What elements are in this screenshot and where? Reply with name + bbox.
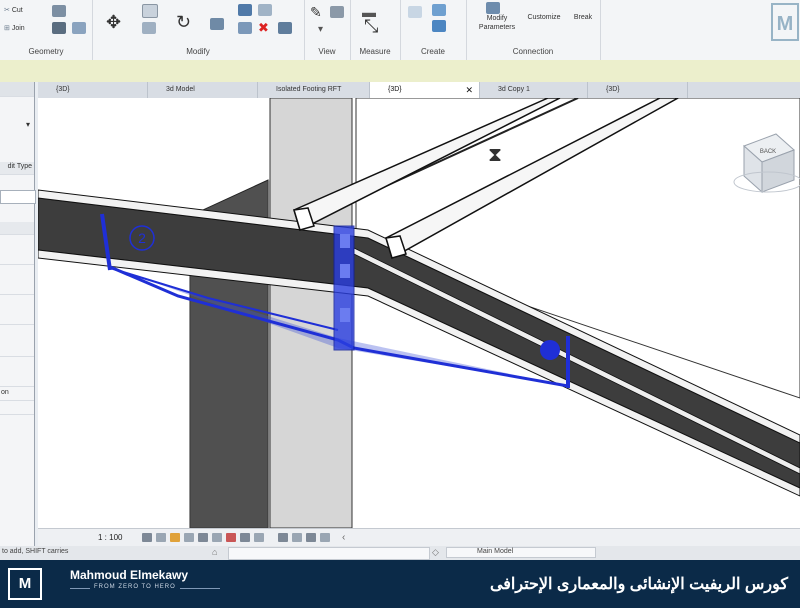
connection-panel: Modify Parameters Customize Break Connec…: [466, 0, 601, 60]
geometry-tool-icon-3[interactable]: [72, 22, 86, 34]
property-row[interactable]: [0, 222, 34, 235]
tab-isolated-footing-rft[interactable]: Isolated Footing RFT: [258, 82, 370, 98]
show-crop-icon[interactable]: [212, 533, 222, 542]
mirror-icon[interactable]: [210, 18, 224, 30]
workset-field[interactable]: [228, 547, 430, 560]
bolt-3: [340, 308, 350, 322]
array-icon[interactable]: [238, 4, 252, 16]
create-panel: Create: [400, 0, 467, 60]
scale-icon[interactable]: [238, 22, 252, 34]
shadows-icon[interactable]: [184, 533, 194, 542]
status-hint: to add, SHIFT carries: [2, 548, 69, 555]
view-scale[interactable]: 1 : 100: [98, 533, 122, 542]
unlock-3d-icon[interactable]: [226, 533, 236, 542]
svg-text:M: M: [777, 13, 794, 35]
modify-parameters-icon[interactable]: [486, 2, 500, 14]
view-dropdown-icon[interactable]: ▾: [318, 24, 323, 35]
ribbon: ✂ Cut ⊞ Join Geometry ✥ ↻ ✖ Modify ✎ ▾ V…: [0, 0, 800, 61]
modify-parameters-button[interactable]: Modify Parameters: [474, 14, 520, 32]
viewcube-label: BACK: [760, 149, 776, 155]
edit-type-button[interactable]: dit Type: [0, 162, 34, 175]
property-row[interactable]: [0, 374, 34, 387]
scroll-arrow-icon[interactable]: ‹: [342, 532, 345, 543]
reveal-constraints-icon[interactable]: [320, 533, 330, 542]
worksharing-icon[interactable]: [278, 533, 288, 542]
highlight-displacement-icon[interactable]: [306, 533, 316, 542]
tab-3d-2[interactable]: {3D}: [588, 82, 688, 98]
split-icon[interactable]: [278, 22, 292, 34]
tab-3d-copy-1[interactable]: 3d Copy 1: [480, 82, 588, 98]
align-icon[interactable]: [142, 22, 156, 34]
course-title: كورس الريفيت الإنشائى والمعمارى الإحتراف…: [489, 576, 788, 593]
property-row[interactable]: [0, 252, 34, 265]
pin-icon[interactable]: [258, 4, 272, 16]
properties-header: [0, 82, 34, 97]
watermark-logo-icon: M: [771, 3, 799, 41]
measure-panel-label: Measure: [359, 47, 391, 56]
geometry-panel: ✂ Cut ⊞ Join Geometry: [0, 0, 93, 60]
tag-number: 2: [138, 230, 146, 246]
break-button[interactable]: Break: [568, 14, 598, 21]
rotate-icon[interactable]: ↻: [176, 12, 191, 33]
properties-panel: ▾ dit Type on: [0, 82, 36, 547]
join-button[interactable]: ⊞ Join: [4, 24, 25, 32]
tab-3d-active[interactable]: {3D} ✕: [370, 82, 480, 98]
branding-banner: M Mahmoud Elmekawy FROM ZERO TO HERO كور…: [0, 560, 800, 608]
options-bar: [0, 60, 800, 82]
delete-icon[interactable]: ✖: [258, 20, 269, 36]
group-icon[interactable]: [432, 4, 446, 16]
connection-panel-label: Connection: [512, 47, 554, 56]
measure-icon[interactable]: ⤡: [364, 16, 378, 37]
visual-style-icon[interactable]: [156, 533, 166, 542]
temporary-hide-icon[interactable]: [240, 533, 250, 542]
property-row[interactable]: [0, 344, 34, 357]
hourglass-cursor-icon: ⧗: [488, 144, 503, 166]
cut-button[interactable]: ✂ Cut: [4, 6, 23, 14]
copy-icon[interactable]: [142, 4, 158, 18]
hide-icon[interactable]: [330, 6, 344, 18]
geometry-tool-icon[interactable]: [52, 5, 66, 17]
sun-path-icon[interactable]: [170, 533, 180, 542]
view-panel-label: View: [318, 47, 336, 56]
status-bar: to add, SHIFT carries ⌂ ◇ Main Model: [0, 546, 800, 560]
modify-panel-label: Modify: [186, 47, 210, 56]
view-control-bar: 1 : 100 ‹: [38, 528, 800, 547]
create-panel-label: Create: [420, 47, 445, 56]
property-row[interactable]: [0, 402, 34, 415]
brand-tagline: FROM ZERO TO HERO: [90, 584, 180, 590]
bolt-2: [340, 264, 350, 278]
measure-panel: ▬ ⤡ Measure: [350, 0, 401, 60]
design-options-field[interactable]: Main Model: [446, 547, 596, 558]
crop-view-icon[interactable]: [198, 533, 208, 542]
tab-3d-model[interactable]: 3d Model: [148, 82, 258, 98]
geometry-tool-icon-2[interactable]: [52, 22, 66, 34]
property-row-label: on: [0, 388, 34, 401]
property-row[interactable]: [0, 282, 34, 295]
create-icon[interactable]: [408, 6, 422, 18]
design-option-icon[interactable]: ◇: [432, 547, 439, 558]
part-icon[interactable]: [432, 20, 446, 32]
3d-viewport[interactable]: 2 BACK ⧗: [38, 98, 800, 528]
property-row[interactable]: [0, 312, 34, 325]
modify-panel: ✥ ↻ ✖ Modify: [92, 0, 305, 60]
brand-name: Mahmoud Elmekawy: [70, 568, 189, 582]
grip-handle[interactable]: [540, 340, 560, 360]
view-panel: ✎ ▾ View: [304, 0, 351, 60]
reveal-hidden-icon[interactable]: [254, 533, 264, 542]
view-tabs: {3D} 3d Model Isolated Footing RFT {3D} ✕…: [38, 82, 800, 99]
model-canvas[interactable]: 2 BACK: [38, 98, 800, 528]
pencil-icon[interactable]: ✎: [310, 4, 322, 21]
tab-3d[interactable]: {3D}: [38, 82, 148, 98]
type-dropdown-arrow[interactable]: ▾: [0, 120, 34, 132]
brand-logo: M: [8, 568, 42, 600]
bolt-1: [340, 234, 350, 248]
close-tab-icon[interactable]: ✕: [465, 82, 473, 98]
workset-icon[interactable]: ⌂: [212, 547, 217, 557]
property-field[interactable]: [0, 190, 36, 204]
detail-level-icon[interactable]: [142, 533, 152, 542]
move-icon[interactable]: ✥: [106, 12, 121, 33]
analytical-model-icon[interactable]: [292, 533, 302, 542]
customize-button[interactable]: Customize: [522, 14, 566, 21]
geometry-panel-label: Geometry: [28, 47, 64, 56]
